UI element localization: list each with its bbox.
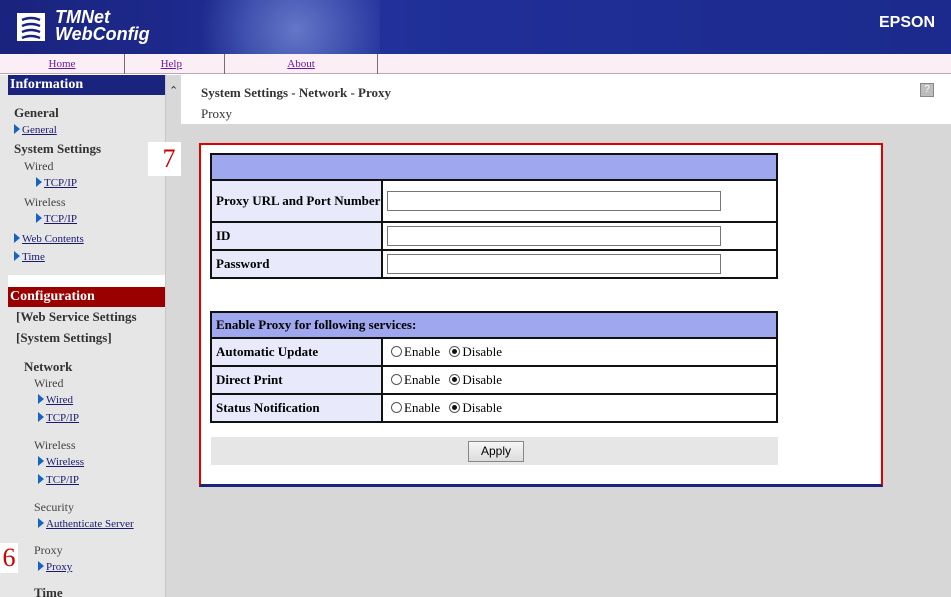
arrow-right-icon bbox=[14, 251, 20, 261]
enable-radio[interactable] bbox=[391, 346, 402, 357]
services-heading: Enable Proxy for following services: bbox=[210, 311, 778, 339]
disable-label: Disable bbox=[462, 344, 503, 359]
service-row-automatic-update: Automatic Update Enable Disable bbox=[210, 337, 778, 367]
arrow-right-icon bbox=[14, 233, 20, 243]
proxy-url-cell bbox=[381, 179, 778, 223]
proxy-url-label: Proxy URL and Port Number bbox=[210, 179, 383, 223]
service-label: Status Notification bbox=[210, 393, 383, 423]
arrow-right-icon bbox=[38, 561, 44, 571]
disable-radio[interactable] bbox=[449, 402, 461, 413]
proxy-fields-table: Proxy URL and Port Number ID Password bbox=[210, 153, 778, 279]
sidebar-item-system-settings[interactable]: [System Settings] bbox=[16, 330, 112, 346]
sidebar-item-authenticate-server[interactable]: Authenticate Server bbox=[38, 516, 134, 531]
sidebar-label-security: Security bbox=[34, 500, 74, 514]
sidebar-label-wireless: Wireless bbox=[24, 195, 66, 209]
sidebar-item-general[interactable]: General bbox=[14, 122, 57, 137]
logo-line-2: WebConfig bbox=[55, 24, 150, 44]
service-radio-group: Enable Disable bbox=[381, 393, 778, 423]
page-subtitle: Proxy bbox=[201, 106, 233, 121]
services-table: Enable Proxy for following services: Aut… bbox=[210, 311, 778, 423]
sidebar-label-proxy: Proxy bbox=[34, 543, 63, 557]
sidebar-label-config-wired: Wired bbox=[34, 376, 64, 390]
enable-label: Enable bbox=[404, 344, 441, 359]
enable-radio[interactable] bbox=[391, 374, 402, 385]
service-row-status-notification: Status Notification Enable Disable bbox=[210, 393, 778, 423]
arrow-right-icon bbox=[38, 474, 44, 484]
enable-label: Enable bbox=[404, 400, 441, 415]
arrow-right-icon bbox=[38, 456, 44, 466]
password-input[interactable] bbox=[387, 254, 721, 274]
sidebar-spacer bbox=[8, 275, 165, 287]
sidebar-heading-network: Network bbox=[24, 359, 73, 374]
sidebar-item-web-service-settings[interactable]: [Web Service Settings bbox=[16, 309, 137, 325]
sidebar-heading-general: General bbox=[14, 105, 59, 120]
sidebar-heading-system-settings: System Settings bbox=[14, 141, 102, 156]
header-banner: TMNet WebConfig EPSON bbox=[0, 0, 951, 54]
arrow-right-icon bbox=[38, 394, 44, 404]
compass-decoration bbox=[170, 0, 380, 54]
service-row-direct-print: Direct Print Enable Disable bbox=[210, 365, 778, 395]
arrow-right-icon bbox=[38, 412, 44, 422]
menu-bar: Home Help About bbox=[0, 54, 951, 74]
proxy-table-header bbox=[210, 153, 778, 181]
brand-logo: EPSON bbox=[878, 14, 935, 31]
sidebar-item-config-wireless[interactable]: Wireless bbox=[38, 454, 84, 469]
disable-label: Disable bbox=[462, 372, 503, 387]
service-label: Direct Print bbox=[210, 365, 383, 395]
disable-label: Disable bbox=[462, 400, 503, 415]
enable-label: Enable bbox=[404, 372, 441, 387]
arrow-right-icon bbox=[36, 177, 42, 187]
sidebar-item-web-contents[interactable]: Web Contents bbox=[14, 231, 84, 246]
id-input[interactable] bbox=[387, 226, 721, 246]
sidebar-heading-time: Time bbox=[34, 585, 63, 597]
menu-home-link[interactable]: Home bbox=[0, 54, 125, 74]
sidebar-label-wired: Wired bbox=[24, 159, 54, 173]
main-header: System Settings - Network - Proxy Proxy … bbox=[181, 75, 951, 124]
sidebar-section-information: Information bbox=[8, 75, 165, 95]
service-label: Automatic Update bbox=[210, 337, 383, 367]
enable-radio[interactable] bbox=[391, 402, 402, 413]
arrow-right-icon bbox=[14, 124, 20, 134]
page-title: System Settings - Network - Proxy bbox=[201, 85, 392, 100]
sidebar-item-config-wired[interactable]: Wired bbox=[38, 392, 73, 407]
service-radio-group: Enable Disable bbox=[381, 365, 778, 395]
disable-radio[interactable] bbox=[449, 374, 461, 385]
disable-radio[interactable] bbox=[449, 346, 461, 357]
sidebar-item-proxy[interactable]: Proxy bbox=[38, 559, 72, 574]
help-icon[interactable]: ? bbox=[920, 83, 934, 97]
sidebar-item-time[interactable]: Time bbox=[14, 249, 45, 264]
id-label: ID bbox=[210, 221, 383, 251]
proxy-settings-panel: Proxy URL and Port Number ID Password En… bbox=[199, 143, 883, 487]
app-logo-text: TMNet WebConfig bbox=[55, 8, 150, 44]
sidebar-section-configuration: Configuration bbox=[8, 287, 165, 307]
menu-help-link[interactable]: Help bbox=[125, 54, 225, 74]
apply-bar: Apply bbox=[211, 437, 778, 465]
scroll-up-icon[interactable]: ⌃ bbox=[169, 84, 178, 97]
arrow-right-icon bbox=[38, 518, 44, 528]
sidebar-item-wired-tcpip[interactable]: TCP/IP bbox=[36, 175, 77, 190]
proxy-url-input[interactable] bbox=[387, 191, 721, 211]
sidebar-item-config-wireless-tcpip[interactable]: TCP/IP bbox=[38, 472, 79, 487]
tmnet-logo-icon bbox=[17, 13, 45, 41]
sidebar-item-config-wired-tcpip[interactable]: TCP/IP bbox=[38, 410, 79, 425]
id-cell bbox=[381, 221, 778, 251]
callout-6: 6 bbox=[0, 543, 18, 573]
arrow-right-icon bbox=[36, 213, 42, 223]
password-label: Password bbox=[210, 249, 383, 279]
menu-about-link[interactable]: About bbox=[225, 54, 378, 74]
sidebar-label-config-wireless: Wireless bbox=[34, 438, 76, 452]
apply-button[interactable]: Apply bbox=[468, 441, 524, 462]
password-cell bbox=[381, 249, 778, 279]
sidebar-item-wireless-tcpip[interactable]: TCP/IP bbox=[36, 211, 77, 226]
service-radio-group: Enable Disable bbox=[381, 337, 778, 367]
